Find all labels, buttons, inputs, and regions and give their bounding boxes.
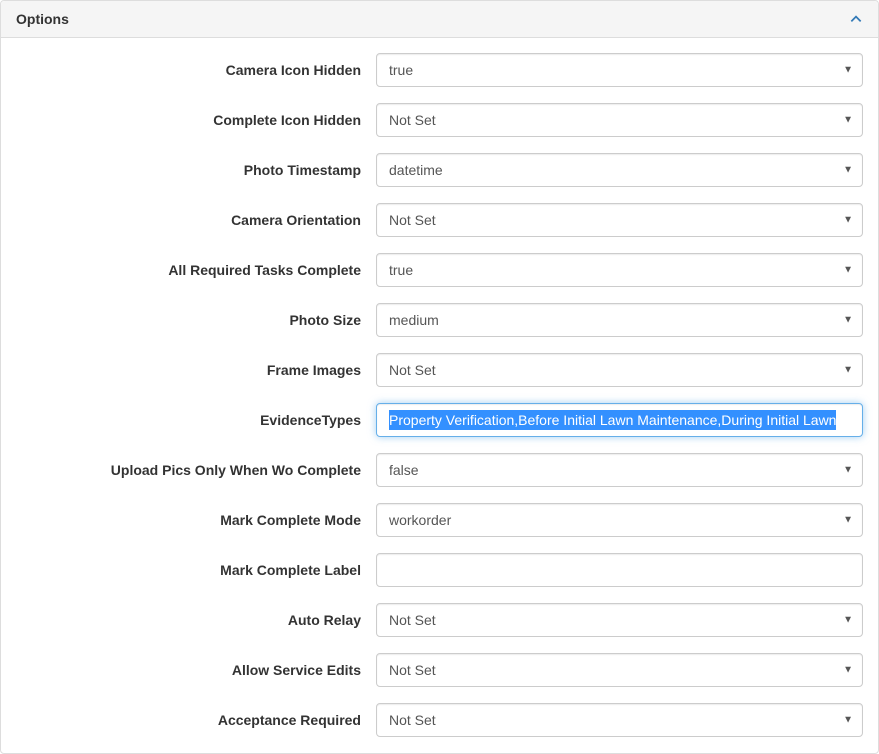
row-photo-size: Photo Size medium ▼ <box>16 303 863 337</box>
label-camera-icon-hidden: Camera Icon Hidden <box>16 62 376 78</box>
label-allow-service-edits: Allow Service Edits <box>16 662 376 678</box>
row-camera-orientation: Camera Orientation Not Set ▼ <box>16 203 863 237</box>
selected-evidence-types-text: Property Verification,Before Initial Law… <box>389 410 836 430</box>
label-frame-images: Frame Images <box>16 362 376 378</box>
select-all-required-tasks-complete[interactable]: true <box>376 253 863 287</box>
label-acceptance-required: Acceptance Required <box>16 712 376 728</box>
select-acceptance-required[interactable]: Not Set <box>376 703 863 737</box>
select-camera-icon-hidden[interactable]: true <box>376 53 863 87</box>
row-photo-timestamp: Photo Timestamp datetime ▼ <box>16 153 863 187</box>
row-allow-service-edits: Allow Service Edits Not Set ▼ <box>16 653 863 687</box>
select-frame-images[interactable]: Not Set <box>376 353 863 387</box>
row-camera-icon-hidden: Camera Icon Hidden true ▼ <box>16 53 863 87</box>
label-mark-complete-label: Mark Complete Label <box>16 562 376 578</box>
label-photo-size: Photo Size <box>16 312 376 328</box>
label-photo-timestamp: Photo Timestamp <box>16 162 376 178</box>
label-complete-icon-hidden: Complete Icon Hidden <box>16 112 376 128</box>
label-evidence-types: EvidenceTypes <box>16 412 376 428</box>
label-mark-complete-mode: Mark Complete Mode <box>16 512 376 528</box>
panel-title: Options <box>16 11 69 27</box>
label-upload-pics-only-when-wo-complete: Upload Pics Only When Wo Complete <box>16 462 376 478</box>
row-all-required-tasks-complete: All Required Tasks Complete true ▼ <box>16 253 863 287</box>
label-auto-relay: Auto Relay <box>16 612 376 628</box>
select-complete-icon-hidden[interactable]: Not Set <box>376 103 863 137</box>
panel-body: Camera Icon Hidden true ▼ Complete Icon … <box>1 38 878 737</box>
row-mark-complete-mode: Mark Complete Mode workorder ▼ <box>16 503 863 537</box>
select-auto-relay[interactable]: Not Set <box>376 603 863 637</box>
select-mark-complete-mode[interactable]: workorder <box>376 503 863 537</box>
row-acceptance-required: Acceptance Required Not Set ▼ <box>16 703 863 737</box>
label-camera-orientation: Camera Orientation <box>16 212 376 228</box>
select-photo-timestamp[interactable]: datetime <box>376 153 863 187</box>
input-mark-complete-label[interactable] <box>376 553 863 587</box>
select-photo-size[interactable]: medium <box>376 303 863 337</box>
row-frame-images: Frame Images Not Set ▼ <box>16 353 863 387</box>
label-all-required-tasks-complete: All Required Tasks Complete <box>16 262 376 278</box>
panel-heading[interactable]: Options <box>1 1 878 38</box>
row-auto-relay: Auto Relay Not Set ▼ <box>16 603 863 637</box>
options-panel: Options Camera Icon Hidden true ▼ Comple… <box>0 0 879 754</box>
row-mark-complete-label: Mark Complete Label <box>16 553 863 587</box>
row-evidence-types: EvidenceTypes Property Verification,Befo… <box>16 403 863 437</box>
chevron-up-icon <box>849 12 863 26</box>
select-camera-orientation[interactable]: Not Set <box>376 203 863 237</box>
row-complete-icon-hidden: Complete Icon Hidden Not Set ▼ <box>16 103 863 137</box>
collapse-toggle[interactable] <box>849 12 863 26</box>
row-upload-pics-only-when-wo-complete: Upload Pics Only When Wo Complete false … <box>16 453 863 487</box>
input-evidence-types[interactable]: Property Verification,Before Initial Law… <box>376 403 863 437</box>
select-upload-pics-only-when-wo-complete[interactable]: false <box>376 453 863 487</box>
select-allow-service-edits[interactable]: Not Set <box>376 653 863 687</box>
